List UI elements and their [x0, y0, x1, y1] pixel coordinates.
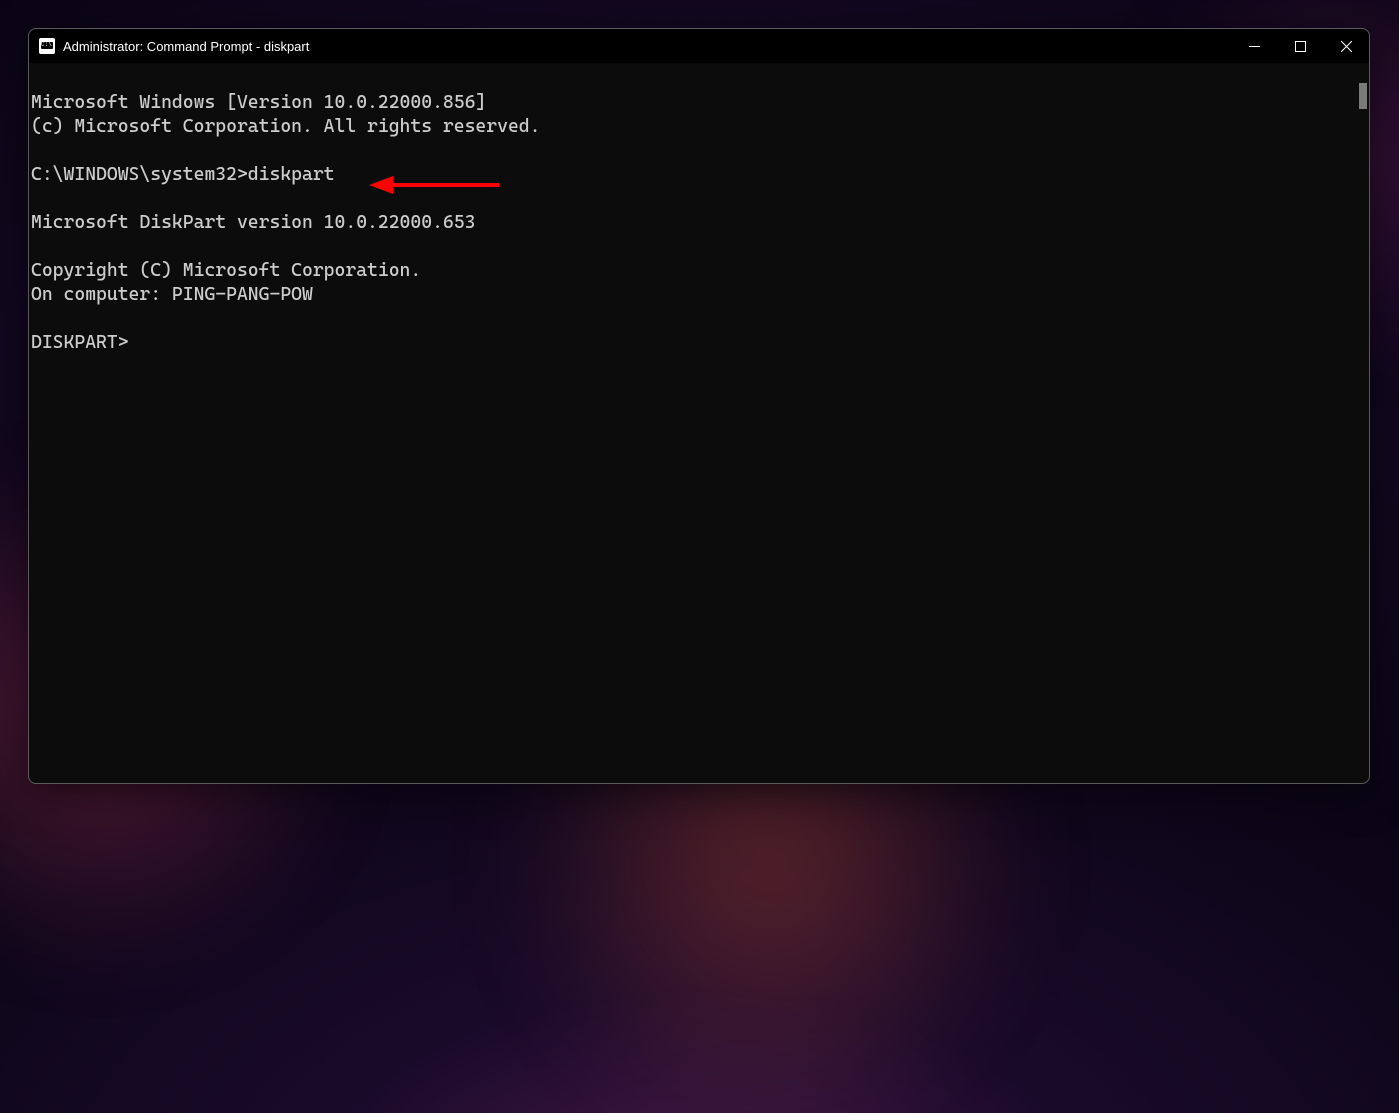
- terminal-line: Microsoft DiskPart version 10.0.22000.65…: [31, 212, 475, 233]
- titlebar-left: Administrator: Command Prompt - diskpart: [29, 38, 309, 54]
- maximize-icon: [1295, 41, 1306, 52]
- terminal-line: On computer: PING-PANG-POW: [31, 284, 313, 305]
- minimize-button[interactable]: [1231, 29, 1277, 63]
- terminal-line: Microsoft Windows [Version 10.0.22000.85…: [31, 92, 486, 113]
- terminal-prompt: DISKPART>: [31, 332, 129, 353]
- titlebar[interactable]: Administrator: Command Prompt - diskpart: [29, 29, 1369, 63]
- terminal-line: (c) Microsoft Corporation. All rights re…: [31, 116, 540, 137]
- command-prompt-window: Administrator: Command Prompt - diskpart…: [28, 28, 1370, 784]
- scrollbar-thumb[interactable]: [1359, 83, 1367, 109]
- maximize-button[interactable]: [1277, 29, 1323, 63]
- minimize-icon: [1249, 41, 1260, 52]
- close-icon: [1341, 41, 1352, 52]
- cmd-icon: [39, 38, 55, 54]
- window-title: Administrator: Command Prompt - diskpart: [63, 39, 309, 54]
- terminal-output[interactable]: Microsoft Windows [Version 10.0.22000.85…: [29, 63, 1369, 783]
- terminal-line: C:\WINDOWS\system32>diskpart: [31, 164, 335, 185]
- close-button[interactable]: [1323, 29, 1369, 63]
- terminal-line: Copyright (C) Microsoft Corporation.: [31, 260, 421, 281]
- window-controls: [1231, 29, 1369, 63]
